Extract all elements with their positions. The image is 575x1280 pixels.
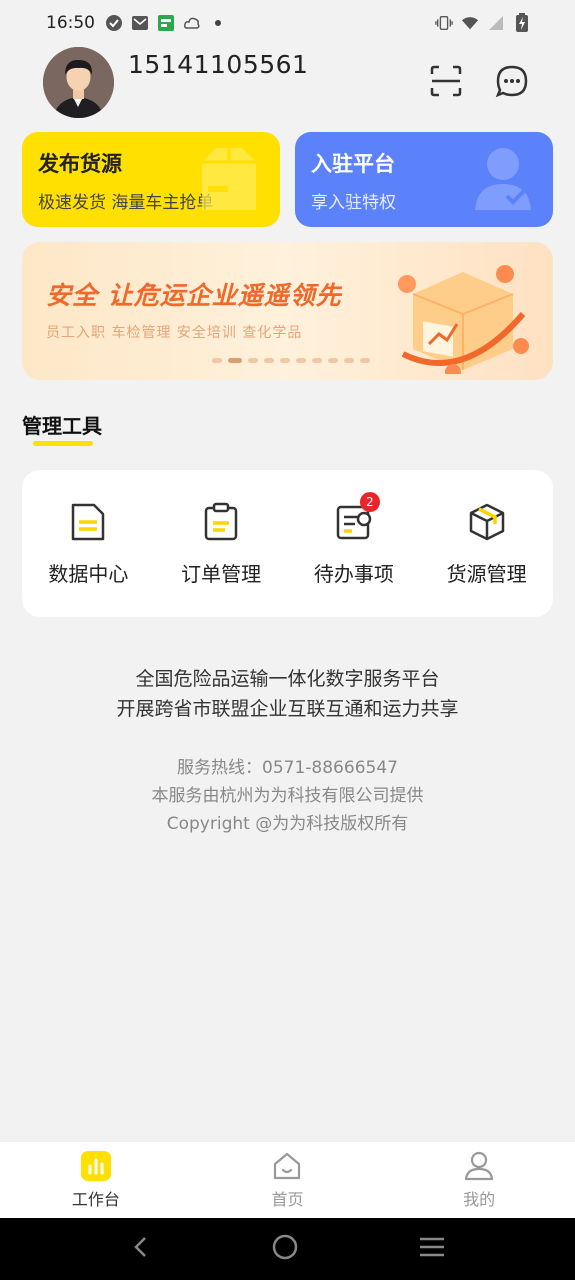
user-icon xyxy=(463,1150,495,1182)
service-hotline[interactable]: 服务热线：0571-88666547 xyxy=(0,753,575,778)
banner-dot[interactable] xyxy=(248,358,258,363)
tool-label: 待办事项 xyxy=(313,562,394,586)
section-title: 管理工具 xyxy=(22,414,102,438)
banner-subtitle: 员工入职 车检管理 安全培训 查化学品 xyxy=(46,325,303,341)
back-icon[interactable] xyxy=(129,1235,153,1263)
banner-dot[interactable] xyxy=(360,358,370,363)
workbench-icon xyxy=(80,1150,112,1182)
banner-dot[interactable] xyxy=(264,358,274,363)
banner-pagination xyxy=(212,358,370,363)
tool-label: 订单管理 xyxy=(181,562,262,586)
clipboard-icon xyxy=(201,500,241,544)
tool-label: 货源管理 xyxy=(446,562,527,586)
copyright-text: Copyright @为为科技版权所有 xyxy=(166,814,409,834)
nav-label: 首页 xyxy=(271,1190,304,1209)
slogan-line-2: 开展跨省市联盟企业互联互通和运力共享 xyxy=(116,698,459,720)
nav-mine[interactable]: 我的 xyxy=(419,1150,539,1210)
document-icon xyxy=(68,500,108,544)
signal-icon xyxy=(487,14,505,32)
recents-menu-icon[interactable] xyxy=(418,1235,446,1263)
mail-icon xyxy=(131,14,149,32)
vibrate-icon xyxy=(435,14,453,32)
dot-icon xyxy=(209,14,227,32)
system-nav-bar xyxy=(0,1218,575,1280)
banner-dot[interactable] xyxy=(328,358,338,363)
user-phone: 15141105561 xyxy=(128,50,309,79)
todo-list-icon: 2 xyxy=(334,492,380,544)
tool-cargo-management[interactable]: 货源管理 xyxy=(427,500,547,617)
join-platform-card[interactable]: 入驻平台 享入驻特权 xyxy=(295,132,553,227)
slogan-line-1: 全国危险品运输一体化数字服务平台 xyxy=(135,668,440,690)
tool-todo[interactable]: 2 待办事项 xyxy=(294,492,414,617)
tool-data-center[interactable]: 数据中心 xyxy=(28,500,148,617)
scan-icon[interactable] xyxy=(428,63,464,99)
wifi-icon xyxy=(461,14,479,32)
user-check-illustration-icon xyxy=(473,146,535,216)
promo-banner[interactable]: 安全 让危运企业遥遥领先 员工入职 车检管理 安全培训 查化学品 xyxy=(22,242,553,380)
bottom-nav: 工作台 首页 我的 xyxy=(0,1142,575,1218)
banner-dot[interactable] xyxy=(228,358,242,363)
app-notification-icon xyxy=(157,14,175,32)
chart-cube-illustration-icon xyxy=(393,254,533,380)
workbench-page: 16:50 15141105561 发布货源 极速发货 海量车主抢单 入驻平台 … xyxy=(0,0,575,1280)
nav-workbench[interactable]: 工作台 xyxy=(36,1150,156,1210)
box-illustration-icon xyxy=(196,146,262,218)
banner-dot[interactable] xyxy=(212,358,222,363)
section-title-underline xyxy=(33,441,93,446)
banner-dot[interactable] xyxy=(312,358,322,363)
service-provider: 本服务由杭州为为科技有限公司提供 xyxy=(151,786,424,806)
battery-charging-icon xyxy=(513,13,531,32)
tool-label: 数据中心 xyxy=(48,562,129,586)
publish-cargo-card[interactable]: 发布货源 极速发货 海量车主抢单 xyxy=(22,132,280,227)
management-tools-panel: 数据中心 订单管理 2 待办事项 货源管理 xyxy=(22,470,553,617)
avatar[interactable] xyxy=(43,47,114,118)
home-circle-icon[interactable] xyxy=(271,1233,299,1265)
chat-icon[interactable] xyxy=(494,63,530,99)
check-circle-icon xyxy=(105,14,123,32)
banner-title: 安全 让危运企业遥遥领先 xyxy=(46,281,342,310)
nav-label: 工作台 xyxy=(71,1190,120,1209)
status-time: 16:50 xyxy=(46,13,95,33)
nav-label: 我的 xyxy=(463,1190,496,1209)
banner-dot[interactable] xyxy=(280,358,290,363)
home-icon xyxy=(271,1150,303,1182)
package-icon xyxy=(467,500,507,544)
todo-count-badge: 2 xyxy=(359,492,380,512)
tool-order-management[interactable]: 订单管理 xyxy=(161,500,281,617)
cloud-icon xyxy=(183,14,201,32)
banner-dot[interactable] xyxy=(344,358,354,363)
nav-home[interactable]: 首页 xyxy=(227,1150,347,1210)
status-bar: 16:50 xyxy=(0,0,575,46)
banner-dot[interactable] xyxy=(296,358,306,363)
